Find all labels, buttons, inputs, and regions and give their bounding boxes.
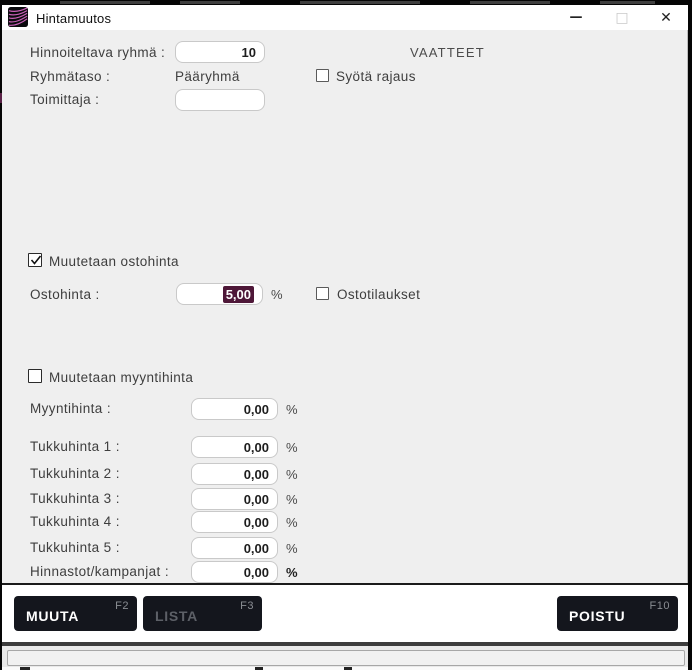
sales-price-input[interactable]: 0,00 (191, 398, 278, 420)
background-window-remnant (180, 1, 240, 4)
muuta-button[interactable]: F2 MUUTA (14, 596, 137, 631)
supplier-input[interactable] (175, 89, 265, 111)
purchase-price-label: Ostohinta : (30, 287, 100, 303)
checkmark-icon (28, 252, 44, 268)
wholesale4-value: 0,00 (244, 515, 269, 530)
wholesale5-input[interactable]: 0,00 (191, 537, 278, 559)
muuta-label: MUUTA (26, 608, 79, 624)
sales-price-value: 0,00 (244, 402, 269, 417)
wholesale5-unit: % (286, 541, 298, 556)
poistu-fkey: F10 (650, 600, 670, 612)
group-input[interactable]: 10 (175, 41, 265, 63)
sales-row-label: Myyntihinta : (30, 401, 111, 417)
maximize-icon: □ (604, 5, 640, 30)
pricelists-label: Hinnastot/kampanjat : (30, 564, 169, 580)
app-screen: Hintamuutos — □ ✕ Hinnoiteltava ryhmä : … (0, 0, 692, 670)
pricelists-value: 0,00 (244, 565, 269, 580)
purchase-price-input[interactable]: 5,00 (176, 283, 263, 305)
wholesale3-label: Tukkuhinta 3 : (30, 491, 120, 507)
wholesale1-input[interactable]: 0,00 (191, 436, 278, 458)
window-title: Hintamuutos (36, 11, 111, 26)
wholesale2-label: Tukkuhinta 2 : (30, 466, 120, 482)
wholesale4-input[interactable]: 0,00 (191, 511, 278, 533)
pricelists-input[interactable]: 0,00 (191, 561, 278, 583)
purchase-orders-checkbox[interactable] (316, 287, 329, 300)
app-icon (8, 7, 28, 27)
background-window-remnant (60, 1, 150, 4)
background-window-remnant (470, 1, 550, 4)
group-name-text: VAATTEET (410, 45, 485, 60)
wholesale2-value: 0,00 (244, 467, 269, 482)
sales-price-unit: % (286, 402, 298, 417)
sales-toggle-label[interactable]: Muutetaan myyntihinta (49, 370, 193, 386)
purchase-price-selected-value: 5,00 (223, 286, 254, 303)
close-icon[interactable]: ✕ (648, 5, 684, 30)
wholesale4-label: Tukkuhinta 4 : (30, 514, 120, 530)
filter-checkbox-label[interactable]: Syötä rajaus (336, 69, 416, 85)
lista-label: LISTA (155, 608, 198, 624)
wholesale1-label: Tukkuhinta 1 : (30, 439, 120, 455)
lista-button: F3 LISTA (143, 596, 262, 631)
wholesale4-unit: % (286, 515, 298, 530)
wholesale2-unit: % (286, 467, 298, 482)
sales-toggle-checkbox[interactable] (28, 369, 42, 383)
wholesale1-unit: % (286, 440, 298, 455)
purchase-toggle-checkbox[interactable] (28, 253, 42, 267)
purchase-toggle-label[interactable]: Muutetaan ostohinta (49, 254, 179, 270)
minimize-icon[interactable]: — (558, 5, 594, 30)
wholesale3-input[interactable]: 0,00 (191, 488, 278, 510)
wholesale2-input[interactable]: 0,00 (191, 463, 278, 485)
supplier-label: Toimittaja : (30, 92, 99, 108)
purchase-orders-label[interactable]: Ostotilaukset (337, 287, 420, 303)
background-window-remnant (600, 1, 655, 4)
wholesale5-value: 0,00 (244, 541, 269, 556)
wholesale5-label: Tukkuhinta 5 : (30, 540, 120, 556)
poistu-label: POISTU (569, 608, 625, 624)
wholesale3-unit: % (286, 492, 298, 507)
pricelists-unit: % (286, 565, 298, 580)
group-input-value: 10 (242, 45, 256, 60)
status-field (7, 650, 685, 666)
level-value: Pääryhmä (175, 69, 240, 84)
purchase-price-unit: % (271, 287, 283, 302)
level-label: Ryhmätaso : (30, 69, 110, 85)
wholesale1-value: 0,00 (244, 440, 269, 455)
lista-fkey: F3 (240, 600, 254, 612)
wholesale3-value: 0,00 (244, 492, 269, 507)
filter-checkbox[interactable] (316, 69, 329, 82)
muuta-fkey: F2 (115, 600, 129, 612)
background-window-remnant (300, 1, 420, 4)
poistu-button[interactable]: F10 POISTU (557, 596, 678, 631)
group-label: Hinnoiteltava ryhmä : (30, 45, 165, 61)
